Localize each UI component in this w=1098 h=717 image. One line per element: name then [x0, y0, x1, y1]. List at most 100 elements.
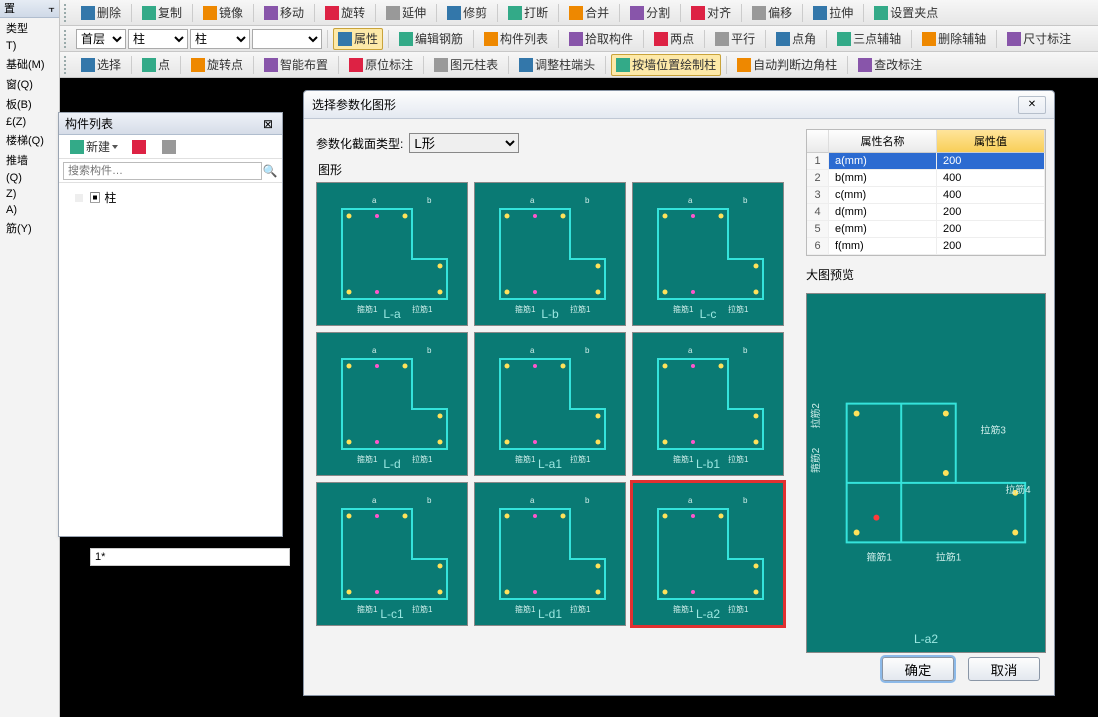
toolbar-btn-智能布置[interactable]: 智能布置: [259, 54, 333, 76]
toolbar-btn-修剪[interactable]: 修剪: [442, 2, 492, 24]
toolbar-btn-对齐[interactable]: 对齐: [686, 2, 736, 24]
svg-text:b: b: [427, 196, 432, 205]
toolbar-btn-图元柱表[interactable]: 图元柱表: [429, 54, 503, 76]
property-row[interactable]: 2 b(mm) 400: [807, 170, 1045, 187]
prop-value[interactable]: 400: [937, 187, 1045, 204]
shape-caption: L-d1: [475, 607, 625, 621]
toolbar-btn-原位标注[interactable]: 原位标注: [344, 54, 418, 76]
prop-value[interactable]: 400: [937, 170, 1045, 187]
toolbar-btn-编辑钢筋[interactable]: 编辑钢筋: [394, 28, 468, 50]
parametric-shape-dialog: 选择参数化图形 ✕ 参数化截面类型: L形 图形 a b 箍筋1 拉筋1 L-a…: [303, 90, 1055, 696]
dock-node[interactable]: (Q): [0, 170, 59, 186]
toolbar-btn-点角[interactable]: 点角: [771, 28, 821, 50]
toolbar-model: 首层 柱 柱 属性编辑钢筋构件列表拾取构件两点平行点角三点辅轴删除辅轴尺寸标注: [60, 26, 1098, 52]
dock-node[interactable]: Z): [0, 186, 59, 202]
dialog-titlebar[interactable]: 选择参数化图形 ✕: [304, 91, 1054, 119]
prop-value[interactable]: 200: [937, 153, 1045, 170]
search-input[interactable]: [63, 162, 262, 180]
toolbar-btn-分割[interactable]: 分割: [625, 2, 675, 24]
shape-option-L-a2[interactable]: a b 箍筋1 拉筋1 L-a2: [632, 482, 784, 626]
toolbar-btn-旋转点[interactable]: 旋转点: [186, 54, 248, 76]
dock-node[interactable]: 基础(M): [0, 54, 59, 74]
row-indicator: 1*: [90, 548, 290, 566]
toolbar-btn-三点辅轴[interactable]: 三点辅轴: [832, 28, 906, 50]
sub-select[interactable]: [252, 29, 322, 49]
close-icon[interactable]: ⊠: [260, 113, 276, 134]
copy-icon[interactable]: [157, 136, 183, 158]
toolbar-btn-删除[interactable]: 删除: [76, 2, 126, 24]
toolbar-btn-设置夹点[interactable]: 设置夹点: [869, 2, 943, 24]
toolbar-btn-平行[interactable]: 平行: [710, 28, 760, 50]
shape-option-L-c[interactable]: a b 箍筋1 拉筋1 L-c: [632, 182, 784, 326]
dock-node[interactable]: T): [0, 38, 59, 54]
toolbar-btn-选择[interactable]: 选择: [76, 54, 126, 76]
shape-option-L-d1[interactable]: a b 箍筋1 拉筋1 L-d1: [474, 482, 626, 626]
category1-select[interactable]: 柱: [128, 29, 188, 49]
close-icon[interactable]: ✕: [1018, 96, 1046, 114]
ok-button[interactable]: 确定: [882, 657, 954, 681]
tool-icon: [837, 32, 851, 46]
dock-node[interactable]: 推墙: [0, 150, 59, 170]
toolbar-btn-按墙位置绘制柱[interactable]: 按墙位置绘制柱: [611, 54, 721, 76]
property-table: 属性名称 属性值 1 a(mm) 200 2 b(mm) 400 3 c(mm)…: [806, 129, 1046, 256]
cancel-button[interactable]: 取消: [968, 657, 1040, 681]
prop-value[interactable]: 200: [937, 221, 1045, 238]
property-row[interactable]: 1 a(mm) 200: [807, 153, 1045, 170]
toolbar-btn-打断[interactable]: 打断: [503, 2, 553, 24]
shape-option-L-c1[interactable]: a b 箍筋1 拉筋1 L-c1: [316, 482, 468, 626]
tool-icon: [447, 6, 461, 20]
svg-text:拉筋4: 拉筋4: [1005, 483, 1031, 496]
toolbar-btn-调整柱端头[interactable]: 调整柱端头: [514, 54, 600, 76]
new-button[interactable]: 新建: [65, 136, 123, 158]
delete-icon[interactable]: [127, 136, 153, 158]
toolbar-btn-点[interactable]: 点: [137, 54, 175, 76]
toolbar-btn-偏移[interactable]: 偏移: [747, 2, 797, 24]
toolbar-btn-复制[interactable]: 复制: [137, 2, 187, 24]
toolbar-btn-删除辅轴[interactable]: 删除辅轴: [917, 28, 991, 50]
tree-item[interactable]: ▣ 柱: [69, 189, 272, 206]
tool-icon: [203, 6, 217, 20]
toolbar-edit: 删除复制镜像移动旋转延伸修剪打断合并分割对齐偏移拉伸设置夹点: [60, 0, 1098, 26]
toolbar-btn-查改标注[interactable]: 查改标注: [853, 54, 927, 76]
floor-select[interactable]: 首层: [76, 29, 126, 49]
shape-option-L-a[interactable]: a b 箍筋1 拉筋1 L-a: [316, 182, 468, 326]
pin-icon[interactable]: ⫟: [48, 0, 55, 18]
toolbar-btn-合并[interactable]: 合并: [564, 2, 614, 24]
dock-node[interactable]: 类型: [0, 18, 59, 38]
shape-option-L-d[interactable]: a b 箍筋1 拉筋1 L-d: [316, 332, 468, 476]
dock-node[interactable]: 板(B): [0, 94, 59, 114]
section-type-select[interactable]: L形: [409, 133, 519, 153]
dock-node[interactable]: 筋(Y): [0, 218, 59, 238]
property-row[interactable]: 4 d(mm) 200: [807, 204, 1045, 221]
toolbar-btn-拾取构件[interactable]: 拾取构件: [564, 28, 638, 50]
property-row[interactable]: 6 f(mm) 200: [807, 238, 1045, 255]
dock-node[interactable]: £(Z): [0, 114, 59, 130]
dock-node[interactable]: 窗(Q): [0, 74, 59, 94]
shape-option-L-b[interactable]: a b 箍筋1 拉筋1 L-b: [474, 182, 626, 326]
search-icon[interactable]: 🔍: [262, 164, 278, 178]
toolbar-btn-延伸[interactable]: 延伸: [381, 2, 431, 24]
prop-value[interactable]: 200: [937, 238, 1045, 255]
component-tree[interactable]: ▣ 柱: [59, 183, 282, 212]
dock-node[interactable]: A): [0, 202, 59, 218]
component-list-panel: 构件列表 ⊠ 新建 🔍 ▣ 柱: [58, 112, 283, 537]
shape-caption: L-a1: [475, 457, 625, 471]
category2-select[interactable]: 柱: [190, 29, 250, 49]
toolbar-btn-两点[interactable]: 两点: [649, 28, 699, 50]
toolbar-btn-构件列表[interactable]: 构件列表: [479, 28, 553, 50]
svg-text:a: a: [530, 346, 535, 355]
toolbar-btn-自动判断边角柱[interactable]: 自动判断边角柱: [732, 54, 842, 76]
property-row[interactable]: 5 e(mm) 200: [807, 221, 1045, 238]
prop-value[interactable]: 200: [937, 204, 1045, 221]
property-row[interactable]: 3 c(mm) 400: [807, 187, 1045, 204]
toolbar-btn-移动[interactable]: 移动: [259, 2, 309, 24]
shape-option-L-a1[interactable]: a b 箍筋1 拉筋1 L-a1: [474, 332, 626, 476]
toolbar-btn-属性[interactable]: 属性: [333, 28, 383, 50]
row-index: 4: [807, 204, 829, 221]
dock-node[interactable]: 楼梯(Q): [0, 130, 59, 150]
toolbar-btn-镜像[interactable]: 镜像: [198, 2, 248, 24]
shape-option-L-b1[interactable]: a b 箍筋1 拉筋1 L-b1: [632, 332, 784, 476]
toolbar-btn-尺寸标注[interactable]: 尺寸标注: [1002, 28, 1076, 50]
toolbar-btn-拉伸[interactable]: 拉伸: [808, 2, 858, 24]
toolbar-btn-旋转[interactable]: 旋转: [320, 2, 370, 24]
